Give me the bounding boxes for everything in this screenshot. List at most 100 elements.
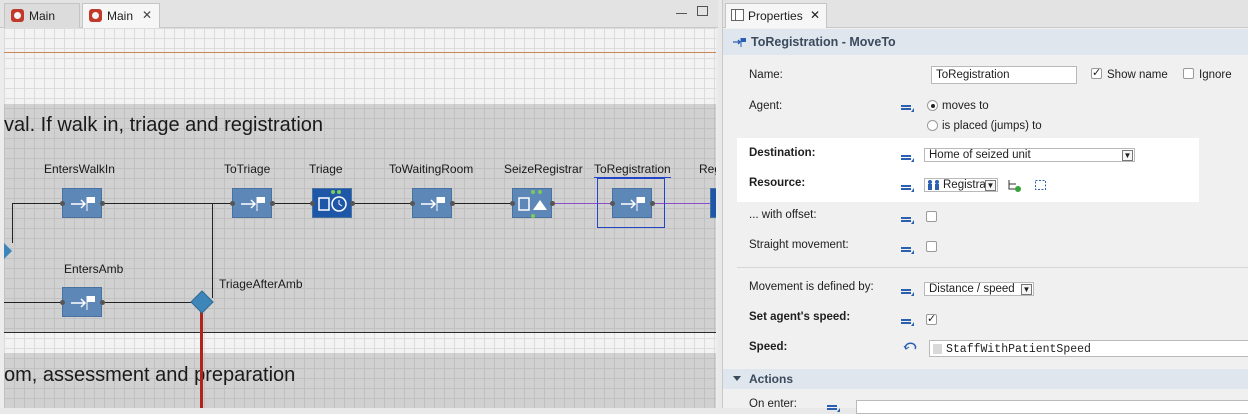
moves-to-radio[interactable] <box>927 100 938 111</box>
connector <box>4 302 62 303</box>
static-value-icon[interactable] <box>901 317 915 327</box>
static-value-icon[interactable] <box>827 403 841 413</box>
port <box>350 201 355 206</box>
tab-properties[interactable]: Properties ✕ <box>725 3 827 28</box>
port <box>510 201 515 206</box>
static-value-icon[interactable] <box>901 103 915 113</box>
ignore-checkbox[interactable] <box>1183 68 1194 79</box>
move-to-block[interactable] <box>62 188 102 218</box>
minimize-icon[interactable] <box>676 8 687 14</box>
placed-jumps-radio[interactable] <box>927 120 938 131</box>
set-speed-label: Set agent's speed: <box>749 311 851 323</box>
port <box>60 300 65 305</box>
block-label: EntersAmb <box>64 262 124 276</box>
name-label: Name: <box>749 69 783 81</box>
straight-movement-checkbox[interactable] <box>926 241 937 252</box>
resource-pool-icon <box>928 180 939 190</box>
move-to-icon <box>71 197 95 211</box>
resource-dropdown[interactable]: Registra ▼ <box>924 178 998 192</box>
chevron-down-icon[interactable]: ▼ <box>1021 284 1032 295</box>
move-to-block[interactable] <box>412 188 452 218</box>
name-field[interactable]: ToRegistration <box>931 66 1077 84</box>
movement-defined-dropdown[interactable]: Distance / speed ▼ <box>924 282 1034 296</box>
agent-label: Agent: <box>749 100 783 112</box>
ignore-label: Ignore <box>1199 69 1232 81</box>
port <box>230 201 235 206</box>
seize-block[interactable] <box>512 188 552 218</box>
connector <box>200 312 203 408</box>
block-label: Reg <box>699 162 716 176</box>
select-resource-icon[interactable] <box>1034 178 1048 192</box>
resource-label: Resource: <box>749 177 806 189</box>
close-icon[interactable]: ✕ <box>142 8 152 22</box>
decision-icon[interactable] <box>190 290 214 314</box>
block-label: ToRegistration <box>594 162 671 178</box>
section-title: om, assessment and preparation <box>4 364 296 386</box>
chevron-down-icon[interactable]: ▼ <box>1122 150 1133 161</box>
chevron-down-icon[interactable]: ▼ <box>985 180 996 191</box>
move-to-icon <box>241 197 265 211</box>
port <box>100 201 105 206</box>
agent-type-icon <box>11 9 24 22</box>
movement-defined-label: Movement is defined by: <box>749 281 874 293</box>
maximize-icon[interactable] <box>697 6 708 16</box>
set-speed-checkbox[interactable] <box>926 312 937 325</box>
move-to-block[interactable] <box>232 188 272 218</box>
show-name-checkbox[interactable] <box>1091 66 1102 79</box>
editor-tabbar: Main Main ✕ <box>0 0 718 28</box>
with-offset-checkbox[interactable] <box>926 211 937 222</box>
properties-title-bar: ToRegistration - MoveTo <box>723 29 1248 55</box>
port <box>60 201 65 206</box>
add-resource-icon[interactable] <box>1007 178 1021 192</box>
destination-label: Destination: <box>749 147 816 159</box>
static-value-icon[interactable] <box>901 153 915 163</box>
move-to-icon <box>71 296 95 310</box>
connector <box>102 302 192 303</box>
actions-section-header[interactable]: Actions <box>723 369 1248 389</box>
connector <box>102 203 212 204</box>
properties-panel: Properties ✕ ToRegistration - MoveTo Nam… <box>722 0 1248 414</box>
connector <box>212 203 213 298</box>
connector <box>272 203 312 204</box>
static-value-icon[interactable] <box>901 287 915 297</box>
move-to-block-selected[interactable] <box>612 188 652 218</box>
properties-icon <box>731 9 744 21</box>
port <box>450 201 455 206</box>
divider-line <box>4 52 716 53</box>
port <box>410 201 415 206</box>
divider-line <box>4 332 716 333</box>
tab-label: Main <box>107 9 134 23</box>
actions-label: Actions <box>749 372 794 386</box>
destination-dropdown[interactable]: Home of seized unit ▼ <box>924 148 1135 162</box>
tab-main-2[interactable]: Main ✕ <box>82 3 160 28</box>
connector <box>212 203 232 204</box>
on-enter-field[interactable] <box>856 400 1248 414</box>
move-to-icon <box>733 38 746 47</box>
properties-tabbar: Properties ✕ <box>723 0 1248 28</box>
block-label: ToTriage <box>224 162 271 176</box>
delay-block[interactable] <box>312 188 352 218</box>
dynamic-value-icon[interactable] <box>903 341 919 353</box>
diagram-canvas[interactable]: val. If walk in, triage and registration… <box>4 28 716 408</box>
connector <box>352 203 412 204</box>
tab-label: Properties <box>748 9 803 23</box>
block-cut-off[interactable] <box>710 188 716 218</box>
port <box>550 201 555 206</box>
move-to-block[interactable] <box>62 287 102 317</box>
tab-main-1[interactable]: Main <box>4 3 80 28</box>
port <box>270 201 275 206</box>
move-to-icon <box>621 197 645 211</box>
speed-field[interactable]: StaffWithPatientSpeed <box>929 340 1248 357</box>
show-name-label: Show name <box>1107 69 1168 81</box>
close-icon[interactable]: ✕ <box>810 8 820 22</box>
move-to-icon <box>421 197 445 211</box>
decision-icon[interactable] <box>4 243 12 259</box>
static-value-icon[interactable] <box>901 215 915 225</box>
clock-icon <box>318 190 347 212</box>
section-title: val. If walk in, triage and registration <box>4 114 324 136</box>
placed-jumps-label: is placed (jumps) to <box>942 120 1042 132</box>
port <box>100 300 105 305</box>
static-value-icon[interactable] <box>901 183 915 193</box>
on-enter-label: On enter: <box>749 398 797 410</box>
static-value-icon[interactable] <box>901 245 915 255</box>
